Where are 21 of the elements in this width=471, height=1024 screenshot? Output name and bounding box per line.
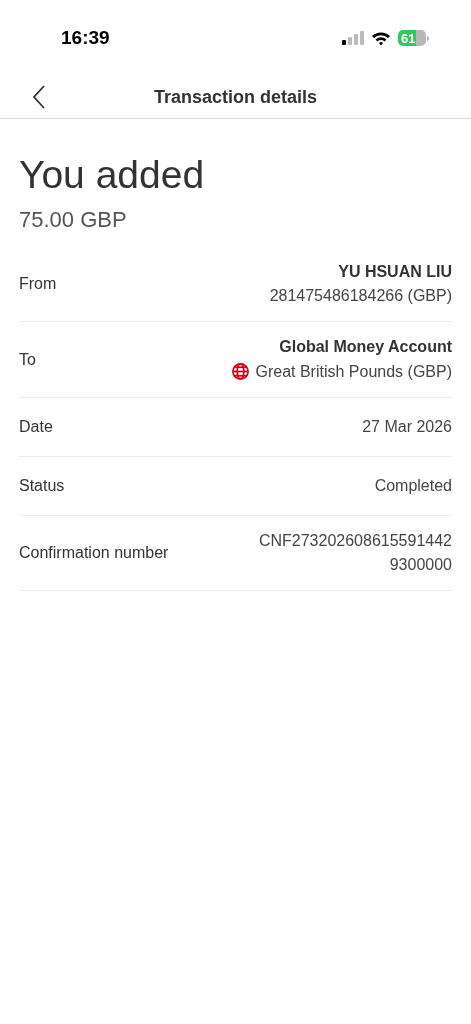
account-name: YU HSUAN LIU <box>338 263 452 281</box>
currency-name: Great British Pounds (GBP) <box>255 362 452 381</box>
detail-label: To <box>19 350 36 369</box>
wifi-icon <box>371 30 391 46</box>
signal-icon <box>342 31 364 45</box>
detail-value: 9300000 <box>389 556 452 574</box>
status-time: 16:39 <box>61 27 110 49</box>
detail-label: Date <box>19 418 53 436</box>
detail-label: From <box>19 275 57 293</box>
summary-heading: You added <box>19 152 206 198</box>
amount: 75.00 GBP <box>19 207 128 233</box>
globe-icon <box>231 362 251 381</box>
detail-label: Status <box>19 477 65 495</box>
battery-percent: 61 <box>401 30 416 46</box>
detail-value: CNF273202608615591442 <box>258 532 452 550</box>
detail-label: Confirmation number <box>19 544 169 562</box>
detail-value: Completed <box>374 477 452 495</box>
account-name: Global Money Account <box>279 338 452 356</box>
page-title: Transaction details <box>153 86 318 108</box>
detail-value: 27 Mar 2026 <box>362 418 452 436</box>
detail-value: 281475486184266 (GBP) <box>269 287 452 305</box>
